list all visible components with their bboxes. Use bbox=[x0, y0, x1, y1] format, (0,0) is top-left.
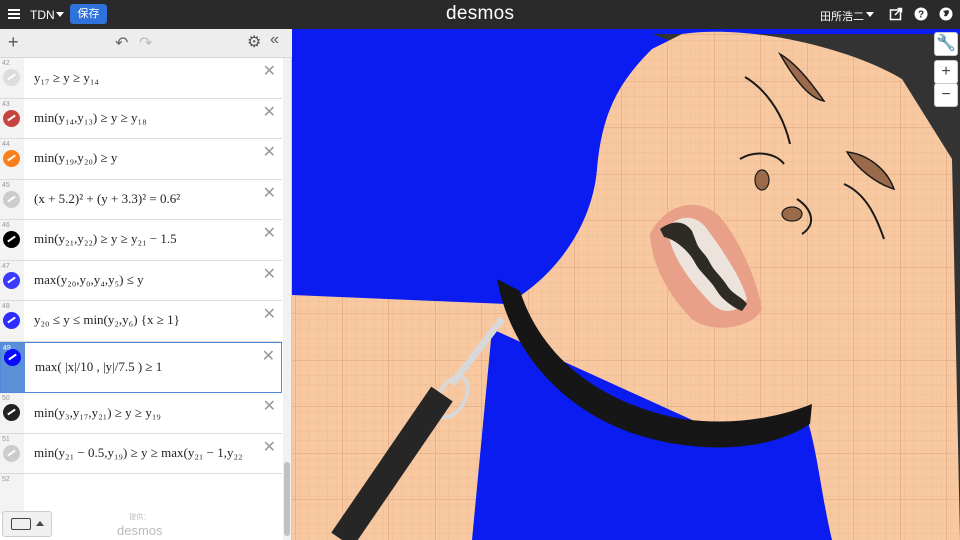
delete-icon[interactable]: ✕ bbox=[263, 223, 276, 243]
keyboard-icon bbox=[11, 518, 31, 530]
svg-text:?: ? bbox=[918, 10, 924, 21]
delete-icon[interactable]: ✕ bbox=[263, 102, 276, 122]
expression-number: 45 bbox=[2, 182, 10, 189]
expression-number: 51 bbox=[2, 436, 10, 443]
delete-icon[interactable]: ✕ bbox=[262, 346, 275, 366]
expression-row[interactable]: 48 y₂₀ ≤ y ≤ min(y₂,y₆) {x ≥ 1} ✕ bbox=[0, 301, 282, 342]
color-swatch-icon[interactable] bbox=[3, 272, 20, 289]
color-swatch-icon[interactable] bbox=[3, 69, 20, 86]
delete-icon[interactable]: ✕ bbox=[263, 183, 276, 203]
graph-drawing[interactable] bbox=[292, 29, 960, 540]
user-name[interactable]: 田所浩二 bbox=[820, 8, 864, 24]
undo-icon[interactable]: ↶ bbox=[115, 33, 128, 53]
delete-icon[interactable]: ✕ bbox=[263, 396, 276, 416]
color-swatch-icon[interactable] bbox=[4, 349, 21, 366]
user-dropdown-icon[interactable] bbox=[866, 12, 874, 17]
zoom-out-icon[interactable]: − bbox=[934, 83, 958, 107]
help-icon[interactable]: ? bbox=[914, 7, 928, 21]
expression-row[interactable]: 47 max(y₂₀,y₀,y₄,y₅) ≤ y ✕ bbox=[0, 261, 282, 301]
expression-text[interactable]: min(y₁₉,y₂₀) ≥ y bbox=[34, 150, 117, 166]
expression-input[interactable]: max( |x|/10 , |y|/7.5 ) ≥ 1 bbox=[35, 359, 162, 375]
color-swatch-icon[interactable] bbox=[3, 150, 20, 167]
expression-text[interactable]: (x + 5.2)² + (y + 3.3)² = 0.6² bbox=[34, 191, 180, 207]
expression-toolbar: + ↶ ↷ ⚙ « bbox=[0, 29, 292, 58]
expression-row[interactable]: 45 (x + 5.2)² + (y + 3.3)² = 0.6² ✕ bbox=[0, 180, 282, 220]
menu-icon[interactable] bbox=[8, 8, 20, 20]
expression-text[interactable]: max(y₂₀,y₀,y₄,y₅) ≤ y bbox=[34, 272, 144, 288]
expression-number: 48 bbox=[2, 303, 10, 310]
color-swatch-icon[interactable] bbox=[3, 404, 20, 421]
expression-text[interactable]: min(y₁₄,y₁₃) ≥ y ≥ y₁₈ bbox=[34, 110, 147, 126]
expression-row[interactable]: 44 min(y₁₉,y₂₀) ≥ y ✕ bbox=[0, 139, 282, 180]
expression-number: 44 bbox=[2, 141, 10, 148]
desmos-logo: desmos bbox=[446, 3, 515, 24]
expression-number: 43 bbox=[2, 101, 10, 108]
color-swatch-icon[interactable] bbox=[3, 191, 20, 208]
expression-row-empty[interactable]: 52 bbox=[0, 474, 282, 514]
expression-text[interactable]: min(y₂₁ − 0.5,y₁₉) ≥ y ≥ max(y₂₁ − 1,y₂₂ bbox=[34, 445, 243, 461]
save-button[interactable]: 保存 bbox=[70, 4, 107, 24]
powered-by: 提供： desmos bbox=[117, 514, 163, 538]
delete-icon[interactable]: ✕ bbox=[263, 142, 276, 162]
graph-canvas[interactable]: 🔧 + − bbox=[292, 29, 960, 540]
delete-icon[interactable]: ✕ bbox=[263, 61, 276, 81]
expression-text[interactable]: min(y₃,y₁₇,y₂₁) ≥ y ≥ y₁₉ bbox=[34, 405, 161, 421]
scrollbar[interactable] bbox=[283, 58, 291, 540]
expression-text[interactable]: y₂₀ ≤ y ≤ min(y₂,y₆) {x ≥ 1} bbox=[34, 312, 180, 328]
color-swatch-icon[interactable] bbox=[3, 110, 20, 127]
expression-row-active[interactable]: 49 max( |x|/10 , |y|/7.5 ) ≥ 1 ✕ bbox=[0, 342, 282, 393]
delete-icon[interactable]: ✕ bbox=[263, 304, 276, 324]
expression-number: 47 bbox=[2, 263, 10, 270]
expression-number: 42 bbox=[2, 60, 10, 67]
left-eye-shape bbox=[754, 169, 770, 191]
collapse-icon[interactable]: « bbox=[270, 31, 279, 49]
expression-row[interactable]: 51 min(y₂₁ − 0.5,y₁₉) ≥ y ≥ max(y₂₁ − 1,… bbox=[0, 434, 282, 474]
color-swatch-icon[interactable] bbox=[3, 445, 20, 462]
settings-icon[interactable]: ⚙ bbox=[247, 32, 261, 52]
zoom-in-icon[interactable]: + bbox=[934, 60, 958, 84]
color-swatch-icon[interactable] bbox=[3, 312, 20, 329]
delete-icon[interactable]: ✕ bbox=[263, 437, 276, 457]
color-swatch-icon[interactable] bbox=[3, 231, 20, 248]
expression-row[interactable]: 42 y₁₇ ≥ y ≥ y₁₄ ✕ bbox=[0, 58, 282, 99]
expression-text[interactable]: min(y₂₁,y₂₂) ≥ y ≥ y₂₁ − 1.5 bbox=[34, 231, 177, 247]
wrench-icon[interactable]: 🔧 bbox=[934, 32, 958, 56]
expression-panel: + ↶ ↷ ⚙ « 42 y₁₇ ≥ y ≥ y₁₄ ✕ 43 min(y₁₄,… bbox=[0, 29, 292, 540]
nostril-shape bbox=[781, 206, 803, 222]
redo-icon[interactable]: ↷ bbox=[139, 33, 152, 53]
caret-up-icon bbox=[36, 521, 44, 526]
expression-list: 42 y₁₇ ≥ y ≥ y₁₄ ✕ 43 min(y₁₄,y₁₃) ≥ y ≥… bbox=[0, 58, 282, 540]
expression-number: 46 bbox=[2, 222, 10, 229]
delete-icon[interactable]: ✕ bbox=[263, 264, 276, 284]
expression-number: 52 bbox=[2, 476, 10, 483]
title-dropdown-icon[interactable] bbox=[56, 12, 64, 17]
globe-icon[interactable] bbox=[939, 7, 953, 21]
expression-number: 50 bbox=[2, 395, 10, 402]
add-icon[interactable]: + bbox=[8, 32, 19, 53]
top-bar: TDN 保存 desmos 田所浩二 ? bbox=[0, 0, 960, 29]
expression-row[interactable]: 43 min(y₁₄,y₁₃) ≥ y ≥ y₁₈ ✕ bbox=[0, 99, 282, 139]
expression-row[interactable]: 46 min(y₂₁,y₂₂) ≥ y ≥ y₂₁ − 1.5 ✕ bbox=[0, 220, 282, 261]
expression-row[interactable]: 50 min(y₃,y₁₇,y₂₁) ≥ y ≥ y₁₉ ✕ bbox=[0, 393, 282, 434]
share-icon[interactable] bbox=[889, 7, 903, 21]
keyboard-toggle-button[interactable] bbox=[2, 511, 52, 537]
expression-text[interactable]: y₁₇ ≥ y ≥ y₁₄ bbox=[34, 70, 99, 86]
graph-title[interactable]: TDN bbox=[30, 8, 55, 22]
